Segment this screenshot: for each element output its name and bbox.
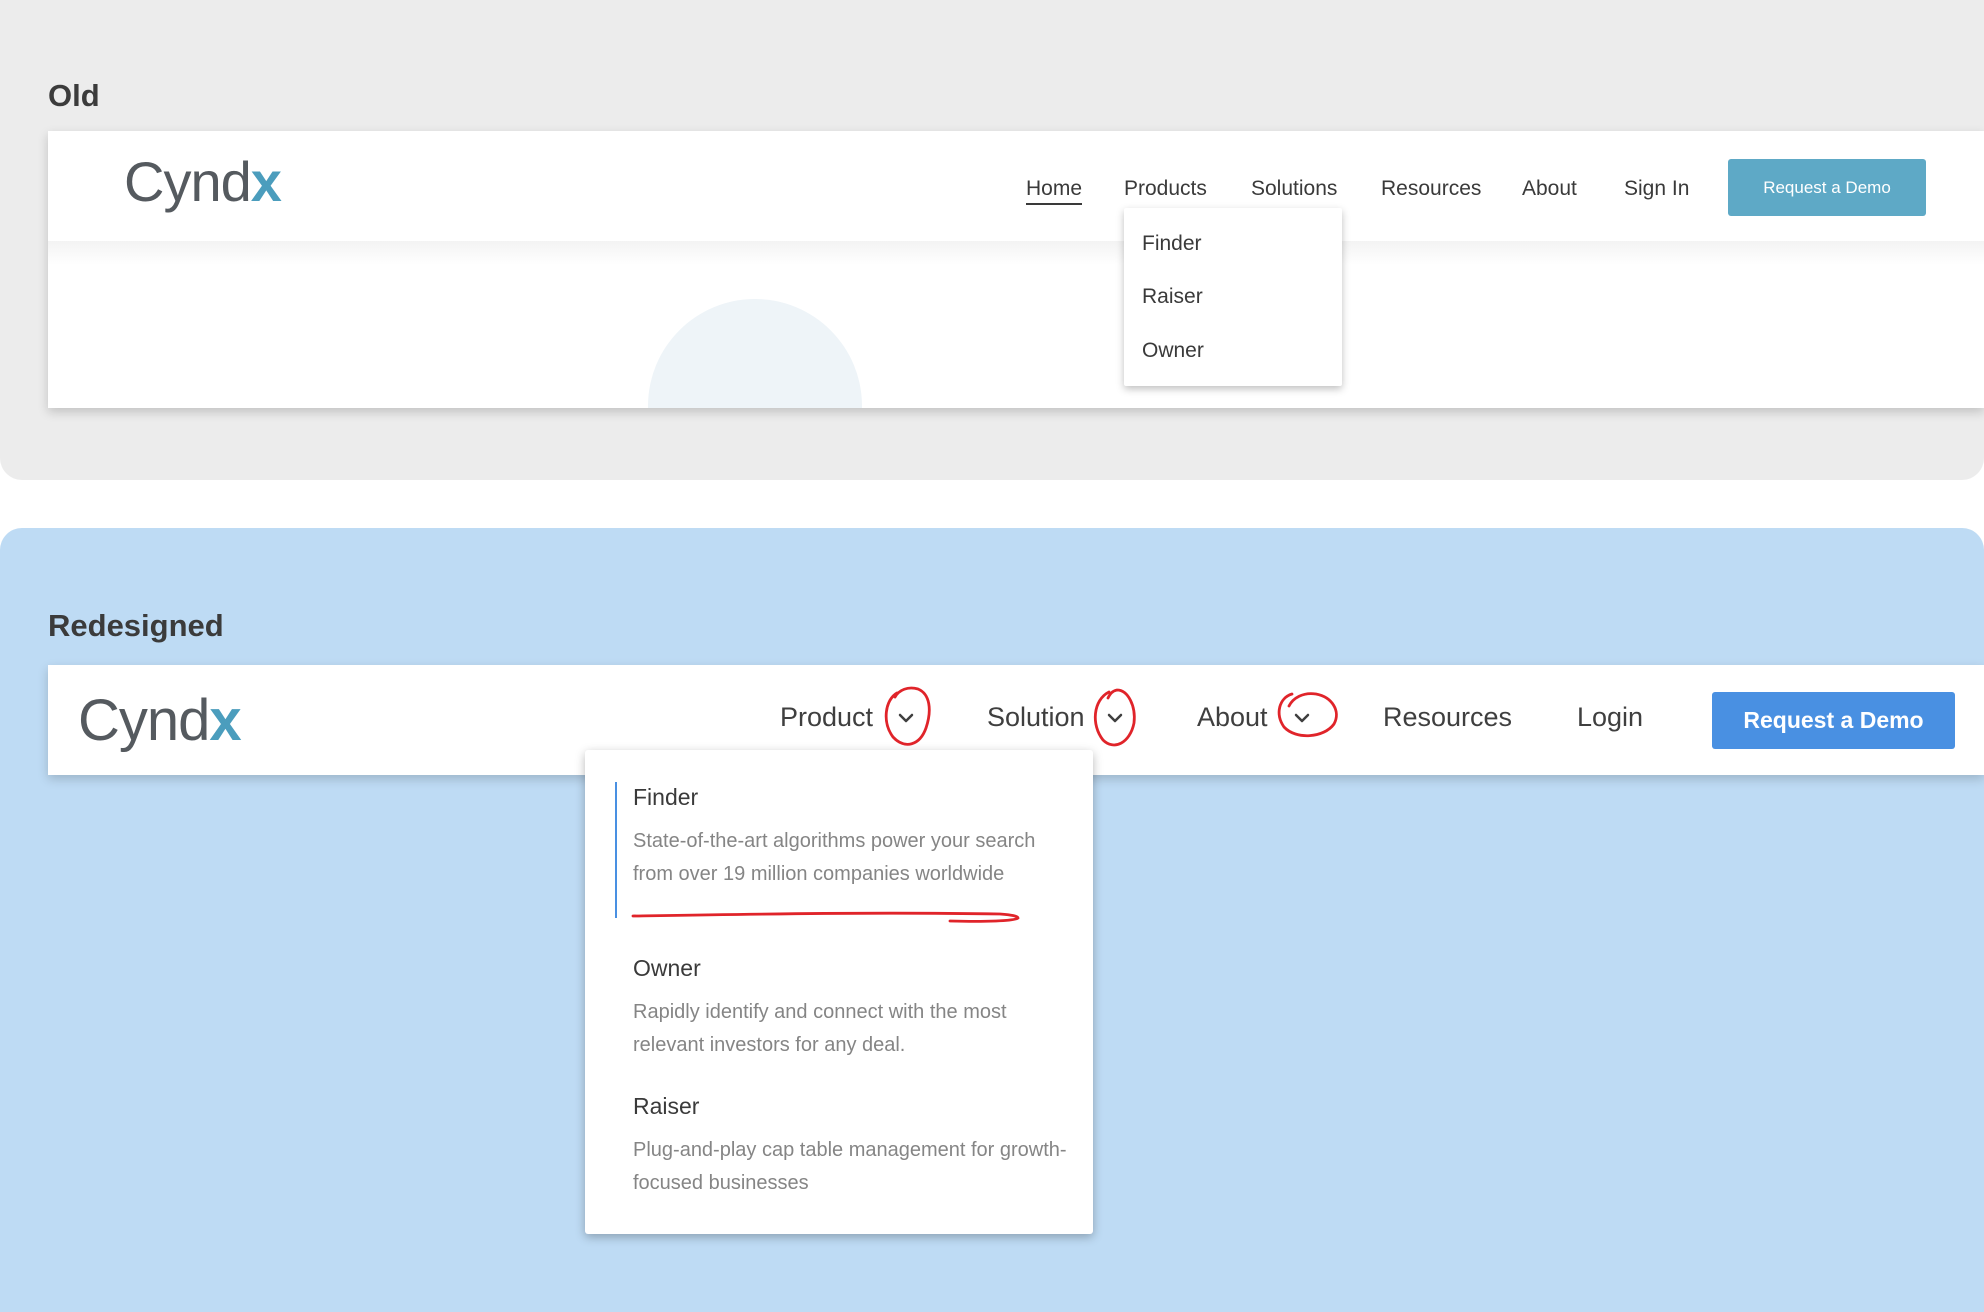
chevron-down-icon[interactable] xyxy=(889,701,923,735)
dropdown-item-title: Raiser xyxy=(633,1093,700,1119)
dropdown-item-description: Plug-and-play cap table management for g… xyxy=(633,1139,1067,1194)
redesigned-logo-text: Cynd xyxy=(78,688,210,753)
redesigned-nav-resources[interactable]: Resources xyxy=(1383,702,1512,733)
old-products-dropdown: Finder Raiser Owner xyxy=(1124,208,1342,386)
dropdown-item-finder[interactable]: Finder State-of-the-art algorithms power… xyxy=(633,784,1073,891)
old-decorative-circle xyxy=(648,299,862,408)
old-header-card: Cynd x Home Products Solutions Resources … xyxy=(48,131,1984,408)
redesigned-request-demo-button[interactable]: Request a Demo xyxy=(1712,692,1955,749)
redesigned-nav-login[interactable]: Login xyxy=(1577,702,1643,733)
redesigned-nav-product[interactable]: Product xyxy=(780,702,873,733)
old-dropdown-item-finder[interactable]: Finder xyxy=(1142,232,1202,256)
dropdown-item-owner[interactable]: Owner Rapidly identify and connect with … xyxy=(633,955,1073,1062)
old-nav-about[interactable]: About xyxy=(1522,177,1577,201)
dropdown-item-title: Owner xyxy=(633,955,701,981)
redesigned-logo-accent: x xyxy=(209,688,241,753)
dropdown-item-raiser[interactable]: Raiser Plug-and-play cap table managemen… xyxy=(633,1093,1073,1200)
dropdown-item-description: Rapidly identify and connect with the mo… xyxy=(633,1001,1007,1056)
old-nav: Home Products Solutions Resources About … xyxy=(48,177,1984,217)
old-nav-solutions[interactable]: Solutions xyxy=(1251,177,1337,201)
old-nav-resources[interactable]: Resources xyxy=(1381,177,1481,201)
redesigned-product-dropdown: Finder State-of-the-art algorithms power… xyxy=(585,750,1093,1234)
old-dropdown-item-raiser[interactable]: Raiser xyxy=(1142,285,1203,309)
old-nav-home[interactable]: Home xyxy=(1026,177,1083,205)
chevron-down-icon[interactable] xyxy=(1098,701,1132,735)
dropdown-active-indicator xyxy=(615,782,617,918)
old-request-demo-button[interactable]: Request a Demo xyxy=(1728,159,1926,216)
chevron-down-icon[interactable] xyxy=(1285,701,1319,735)
old-nav-products[interactable]: Products xyxy=(1124,177,1207,201)
redesigned-section-title: Redesigned xyxy=(48,608,224,643)
dropdown-item-description: State-of-the-art algorithms power your s… xyxy=(633,830,1036,885)
redesigned-nav-about[interactable]: About xyxy=(1197,702,1268,733)
old-dropdown-item-owner[interactable]: Owner xyxy=(1142,339,1204,363)
old-section-title: Old xyxy=(48,78,100,113)
redesigned-logo[interactable]: Cynd x xyxy=(78,687,242,754)
redesigned-section: Redesigned Cynd x Product Solution About … xyxy=(0,528,1984,1312)
redesigned-nav-solution[interactable]: Solution xyxy=(987,702,1085,733)
old-section: Old Cynd x Home Products Solutions Resour… xyxy=(0,0,1984,480)
old-nav-shadow xyxy=(48,241,1984,265)
dropdown-item-title: Finder xyxy=(633,784,699,810)
old-nav-sign-in[interactable]: Sign In xyxy=(1624,177,1689,201)
